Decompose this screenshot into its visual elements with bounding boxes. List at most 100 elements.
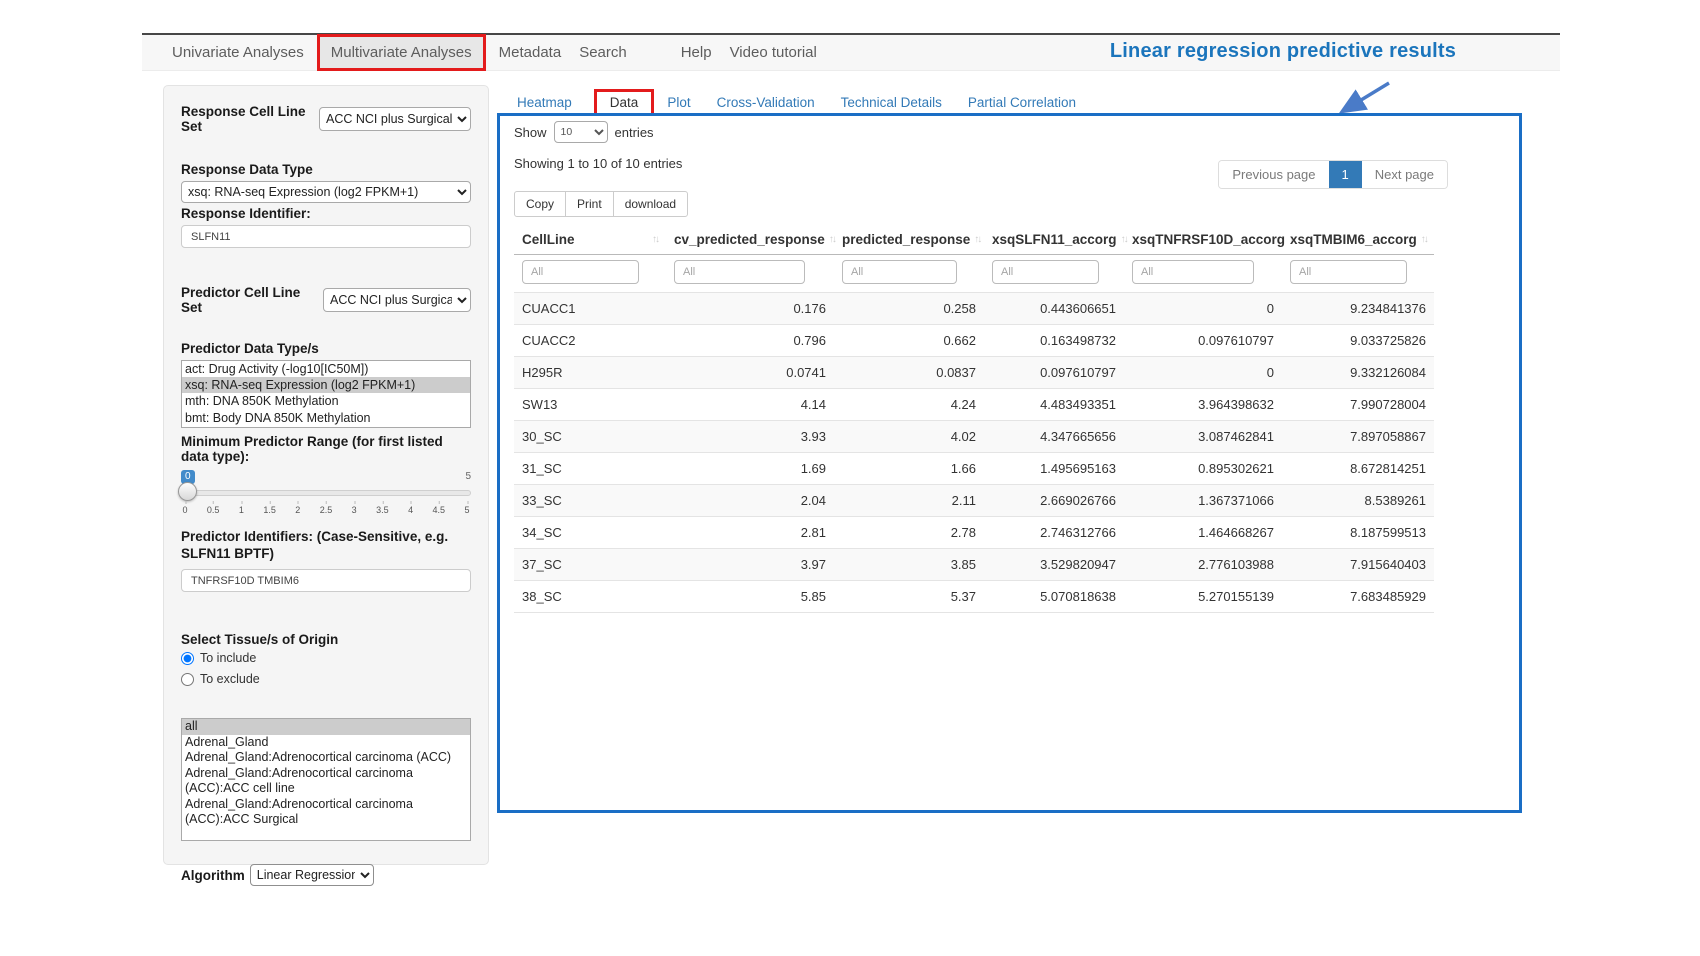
tissue-listbox: allAdrenal_GlandAdrenal_Gland:Adrenocort… bbox=[181, 718, 471, 841]
predictor-datatype-option[interactable]: xsq: RNA-seq Expression (log2 FPKM+1) bbox=[182, 377, 470, 393]
tab-data[interactable]: Data bbox=[594, 89, 655, 116]
nav-help[interactable]: Help bbox=[672, 36, 721, 69]
predictor-identifiers-input[interactable] bbox=[181, 569, 471, 592]
value-cell: 9.234841376 bbox=[1282, 293, 1434, 325]
nav-metadata[interactable]: Metadata bbox=[490, 36, 571, 69]
tab-partial-correlation[interactable]: Partial Correlation bbox=[968, 95, 1076, 110]
tissue-origin-option[interactable]: Adrenal_Gland:Adrenocortical carcinoma (… bbox=[182, 797, 470, 828]
column-header-label: xsqTMBIM6_accorg bbox=[1290, 232, 1417, 247]
datatable-area: Show 10 entries Showing 1 to 10 of 10 en… bbox=[500, 116, 1448, 613]
download-button[interactable]: download bbox=[613, 191, 688, 217]
tab-plot[interactable]: Plot bbox=[667, 95, 690, 110]
slider-tick-label: 3 bbox=[352, 505, 357, 515]
tissue-exclude-radio-input[interactable] bbox=[181, 673, 194, 686]
response-cell-line-set-select[interactable]: ACC NCI plus Surgical bbox=[319, 107, 471, 131]
value-cell: 0.796 bbox=[666, 325, 834, 357]
tab-technical-details[interactable]: Technical Details bbox=[841, 95, 942, 110]
tissue-include-radio[interactable]: To include bbox=[181, 651, 471, 665]
previous-page-button[interactable]: Previous page bbox=[1219, 161, 1328, 188]
value-cell: 0.163498732 bbox=[984, 325, 1124, 357]
slider-handle[interactable] bbox=[178, 482, 197, 501]
tab-cross-validation[interactable]: Cross-Validation bbox=[717, 95, 815, 110]
value-cell: 2.04 bbox=[666, 485, 834, 517]
copy-button[interactable]: Copy bbox=[514, 191, 566, 217]
value-cell: 0.097610797 bbox=[1124, 325, 1282, 357]
predictor-datatype-option[interactable]: bmt: Body DNA 850K Methylation bbox=[182, 410, 470, 426]
page-1-button[interactable]: 1 bbox=[1329, 161, 1362, 188]
tissue-origin-option[interactable]: all bbox=[182, 719, 470, 735]
tissue-include-radio-input[interactable] bbox=[181, 652, 194, 665]
value-cell: 1.495695163 bbox=[984, 453, 1124, 485]
page-length-select[interactable]: 10 bbox=[554, 121, 608, 143]
value-cell: 0.0741 bbox=[666, 357, 834, 389]
predictor-cell-line-set-select[interactable]: ACC NCI plus Surgical bbox=[323, 288, 471, 312]
response-data-type-select[interactable]: xsq: RNA-seq Expression (log2 FPKM+1) bbox=[181, 181, 471, 203]
tissue-origin-option[interactable]: Adrenal_Gland bbox=[182, 735, 470, 751]
value-cell: 3.087462841 bbox=[1124, 421, 1282, 453]
column-header-xsqtmbim6_accorg[interactable]: xsqTMBIM6_accorg↑↓ bbox=[1282, 223, 1434, 255]
value-cell: 2.776103988 bbox=[1124, 549, 1282, 581]
tissue-exclude-radio[interactable]: To exclude bbox=[181, 672, 471, 686]
table-row: SW134.144.244.4834933513.9643986327.9907… bbox=[514, 389, 1434, 421]
column-header-xsqtnfrsf10d_accorg[interactable]: xsqTNFRSF10D_accorg↑↓ bbox=[1124, 223, 1282, 255]
column-filter-input-xsqslfn11_accorg[interactable] bbox=[992, 260, 1099, 284]
next-page-button[interactable]: Next page bbox=[1362, 161, 1447, 188]
cell-line-name: H295R bbox=[514, 357, 666, 389]
nav-search[interactable]: Search bbox=[570, 36, 636, 69]
value-cell: 1.464668267 bbox=[1124, 517, 1282, 549]
column-header-predicted_response[interactable]: predicted_response↑↓ bbox=[834, 223, 984, 255]
value-cell: 0 bbox=[1124, 293, 1282, 325]
value-cell: 2.669026766 bbox=[984, 485, 1124, 517]
show-entries-suffix: entries bbox=[615, 125, 654, 140]
value-cell: 0.176 bbox=[666, 293, 834, 325]
value-cell: 0.097610797 bbox=[984, 357, 1124, 389]
predictor-datatype-option[interactable]: act: Drug Activity (-log10[IC50M]) bbox=[182, 361, 470, 377]
value-cell: 9.033725826 bbox=[1282, 325, 1434, 357]
predictor-data-types-label: Predictor Data Type/s bbox=[181, 341, 471, 356]
column-filter-input-xsqtnfrsf10d_accorg[interactable] bbox=[1132, 260, 1254, 284]
tab-heatmap[interactable]: Heatmap bbox=[517, 95, 572, 110]
value-cell: 0.662 bbox=[834, 325, 984, 357]
column-header-xsqslfn11_accorg[interactable]: xsqSLFN11_accorg↑↓ bbox=[984, 223, 1124, 255]
cell-line-name: 31_SC bbox=[514, 453, 666, 485]
value-cell: 0.0837 bbox=[834, 357, 984, 389]
value-cell: 3.529820947 bbox=[984, 549, 1124, 581]
slider-tick-label: 2 bbox=[295, 505, 300, 515]
slider-tick-label: 0.5 bbox=[207, 505, 220, 515]
nav-univariate-analyses[interactable]: Univariate Analyses bbox=[163, 36, 313, 69]
filter-cell bbox=[514, 255, 666, 293]
column-filter-input-xsqtmbim6_accorg[interactable] bbox=[1290, 260, 1407, 284]
response-identifier-input[interactable] bbox=[181, 225, 471, 248]
cell-line-name: 37_SC bbox=[514, 549, 666, 581]
slider-tick-label: 4.5 bbox=[433, 505, 446, 515]
show-entries-prefix: Show bbox=[514, 125, 547, 140]
value-cell: 7.915640403 bbox=[1282, 549, 1434, 581]
tissue-origin-option[interactable]: Adrenal_Gland:Adrenocortical carcinoma (… bbox=[182, 750, 470, 766]
tissue-origin-option[interactable]: Adrenal_Gland:Adrenocortical carcinoma (… bbox=[182, 766, 470, 797]
filter-cell bbox=[1124, 255, 1282, 293]
value-cell: 5.070818638 bbox=[984, 581, 1124, 613]
nav-video-tutorial[interactable]: Video tutorial bbox=[721, 36, 826, 69]
column-filter-input-cellline[interactable] bbox=[522, 260, 639, 284]
column-header-cv_predicted_response[interactable]: cv_predicted_response↑↓ bbox=[666, 223, 834, 255]
column-header-label: cv_predicted_response bbox=[674, 232, 825, 247]
slider-tick-label: 1 bbox=[239, 505, 244, 515]
response-data-type-label: Response Data Type bbox=[181, 162, 471, 177]
predictor-datatype-option[interactable]: mth: DNA 850K Methylation bbox=[182, 393, 470, 409]
column-filter-input-cv_predicted_response[interactable] bbox=[674, 260, 805, 284]
value-cell: 5.85 bbox=[666, 581, 834, 613]
annotation-title: Linear regression predictive results bbox=[1068, 40, 1498, 63]
results-panel: Show 10 entries Showing 1 to 10 of 10 en… bbox=[497, 113, 1522, 813]
table-row: 31_SC1.691.661.4956951630.8953026218.672… bbox=[514, 453, 1434, 485]
results-table: CellLine↑↓cv_predicted_response↑↓predict… bbox=[514, 223, 1434, 613]
nav-multivariate-analyses[interactable]: Multivariate Analyses bbox=[317, 34, 486, 71]
column-filter-input-predicted_response[interactable] bbox=[842, 260, 957, 284]
print-button[interactable]: Print bbox=[565, 191, 614, 217]
value-cell: 2.78 bbox=[834, 517, 984, 549]
slider-track[interactable] bbox=[181, 490, 471, 496]
result-tabs: Heatmap Data Plot Cross-Validation Techn… bbox=[517, 89, 1102, 116]
algorithm-select[interactable]: Linear Regression bbox=[250, 864, 374, 886]
tissue-include-label: To include bbox=[200, 651, 256, 665]
cell-line-name: CUACC2 bbox=[514, 325, 666, 357]
column-header-cellline[interactable]: CellLine↑↓ bbox=[514, 223, 666, 255]
